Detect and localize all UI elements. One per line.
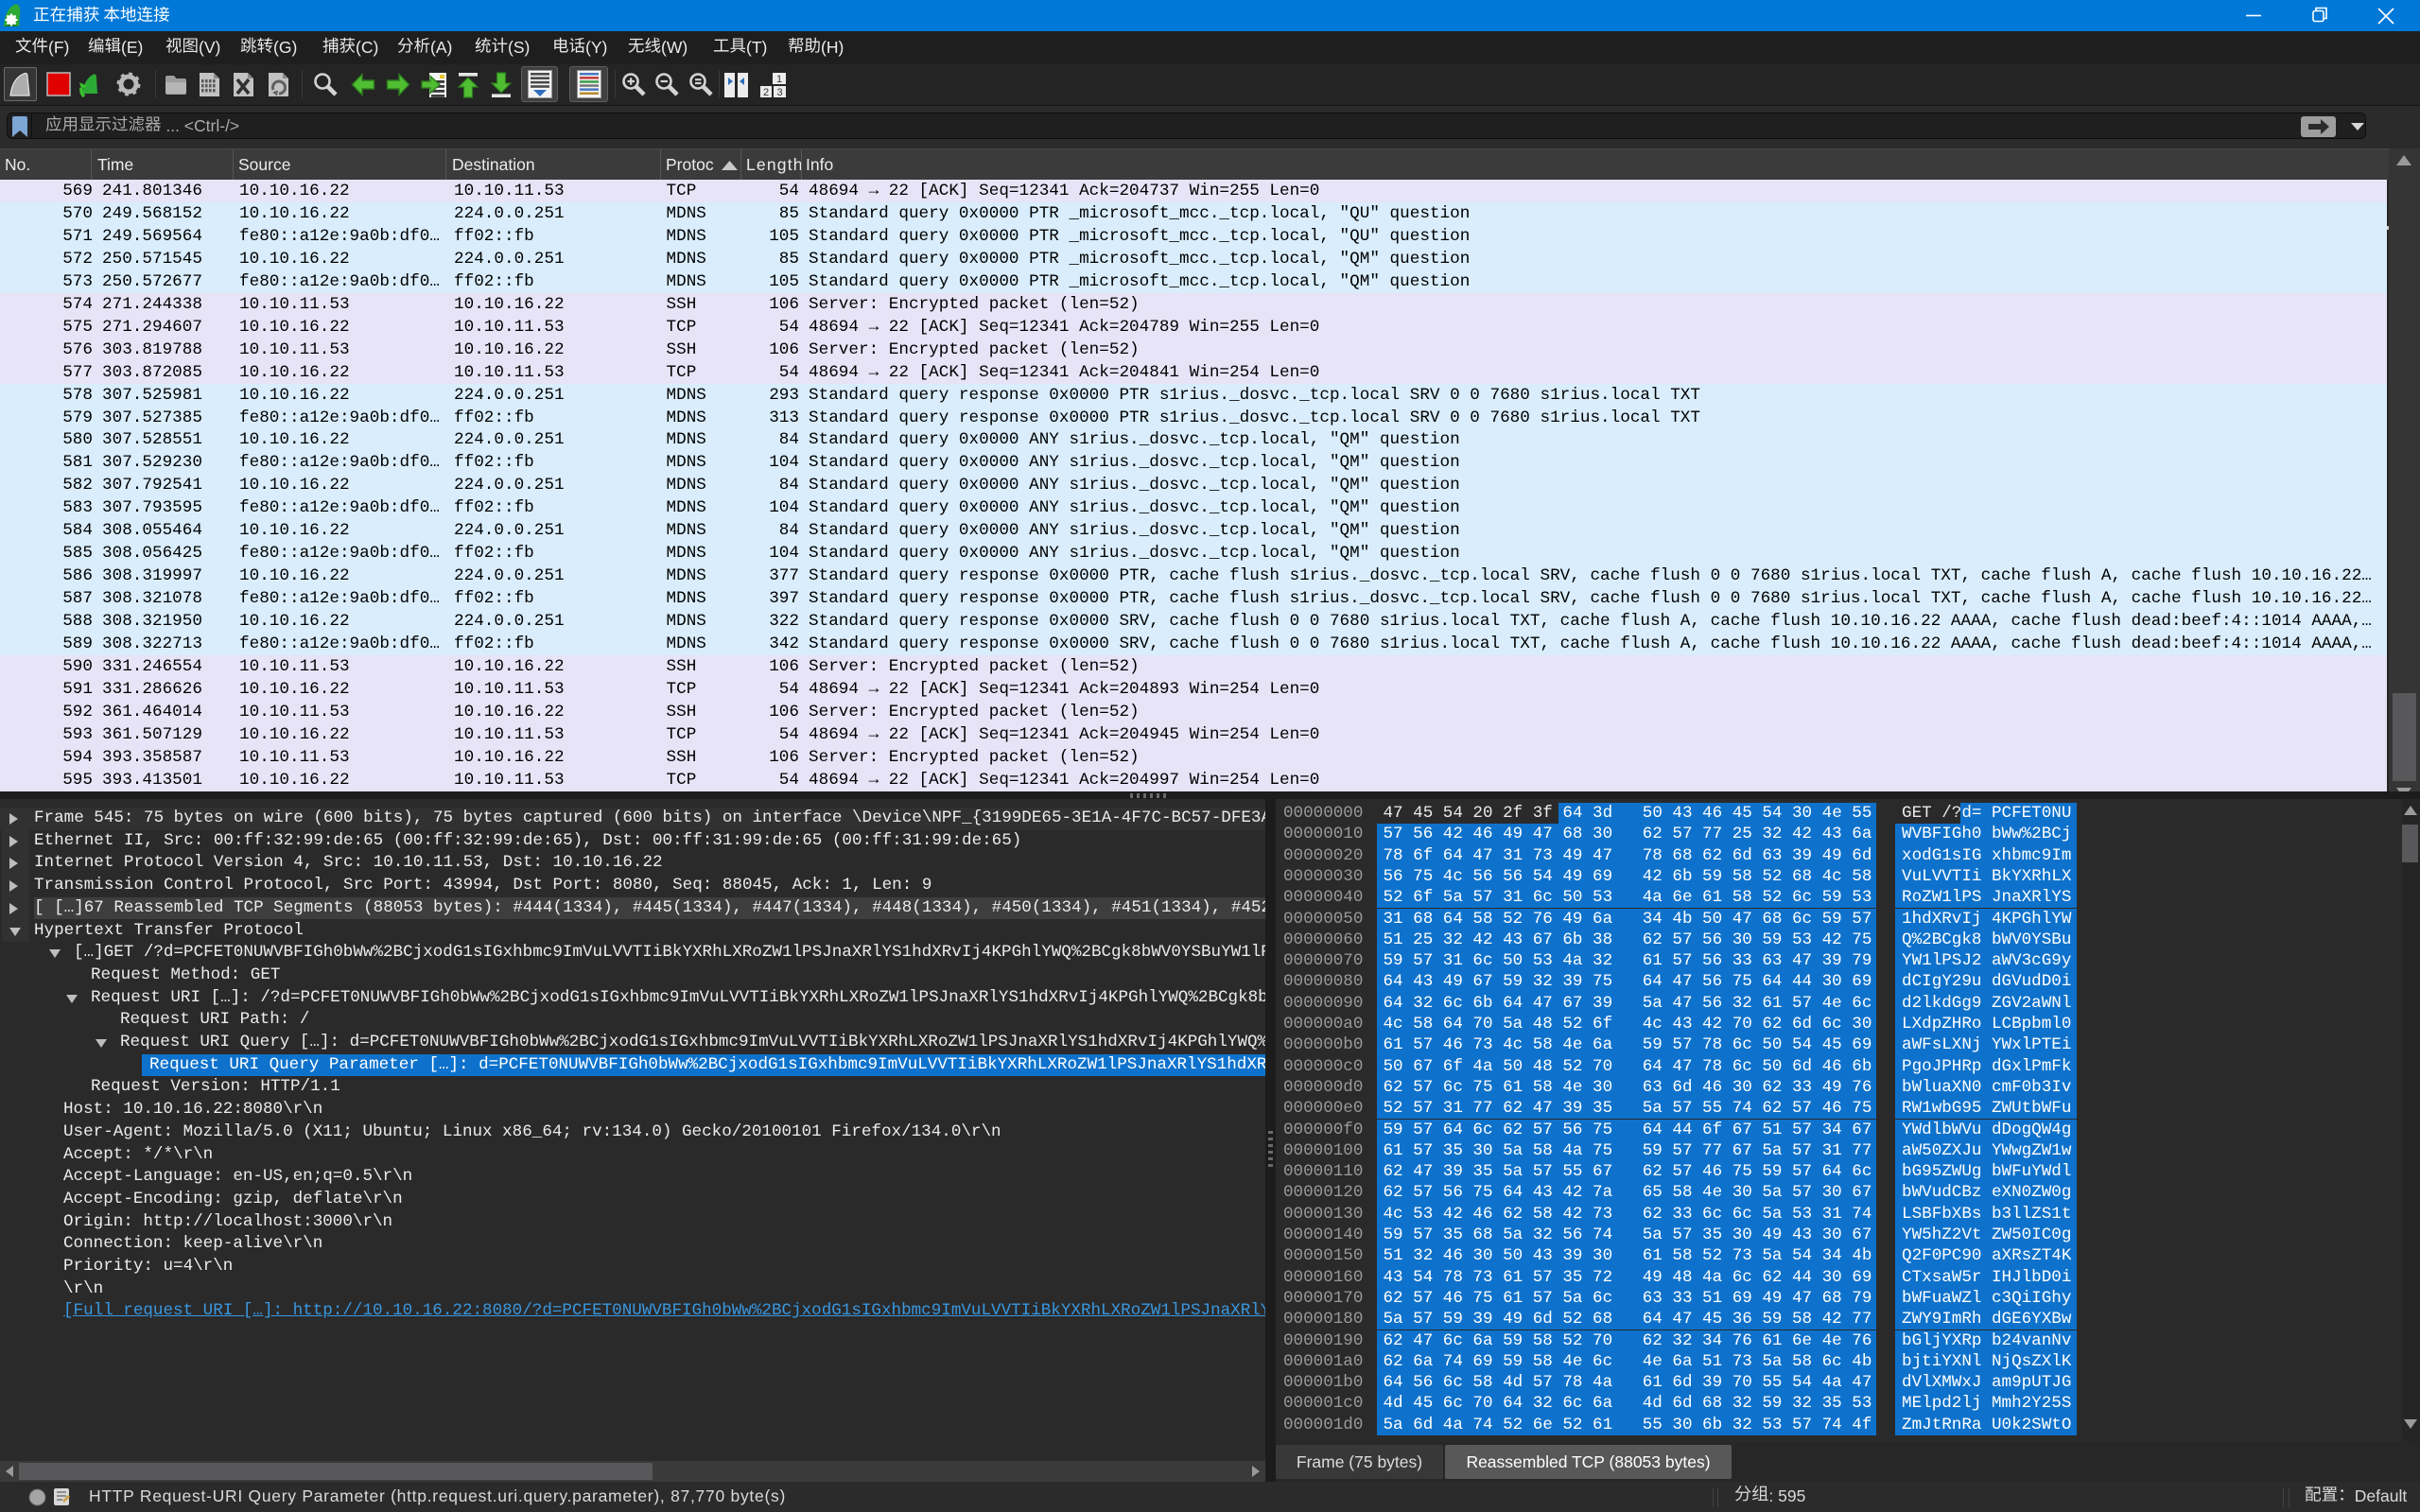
svg-text:2: 2 bbox=[763, 87, 769, 98]
svg-text:1: 1 bbox=[776, 74, 782, 85]
svg-text:3: 3 bbox=[777, 87, 783, 98]
